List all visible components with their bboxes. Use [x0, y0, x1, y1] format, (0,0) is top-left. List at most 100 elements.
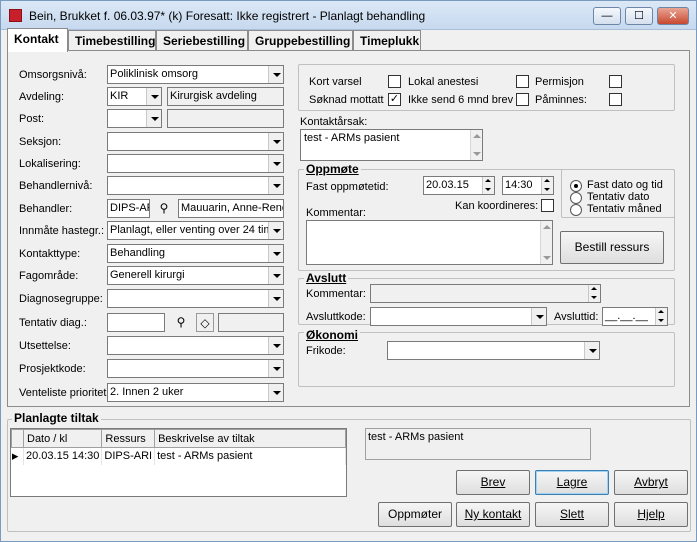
venteliste-select[interactable]: 2. Innen 2 uker	[107, 383, 284, 402]
diagnosegruppe-label: Diagnosegruppe:	[19, 293, 103, 305]
permisjon-label: Permisjon	[535, 76, 584, 88]
fagomrade-select[interactable]: Generell kirurgi	[107, 266, 284, 285]
omsorgsniva-label: Omsorgsnivå:	[19, 69, 87, 81]
kan-koordineres-checkbox[interactable]	[541, 199, 554, 212]
row-beskrivelse[interactable]: test - ARMs pasient	[154, 447, 346, 465]
chevron-down-icon[interactable]	[146, 88, 161, 105]
avsluttkode-label: Avsluttkode:	[306, 311, 366, 323]
lokalisering-select[interactable]	[107, 154, 284, 173]
behandler-label: Behandler:	[19, 203, 73, 215]
brev-button[interactable]: Brev	[456, 470, 530, 495]
innmate-select[interactable]: Planlagt, eller venting over 24 tim	[107, 221, 284, 240]
paminnes-checkbox[interactable]	[609, 93, 622, 106]
chevron-down-icon[interactable]	[268, 290, 283, 307]
app-icon	[9, 9, 22, 22]
chevron-down-icon[interactable]	[268, 155, 283, 172]
prosjektkode-select[interactable]	[107, 359, 284, 378]
soknad-mottatt-checkbox[interactable]: ✓	[388, 93, 401, 106]
radio-tentativ-dato-label: Tentativ dato	[587, 191, 650, 203]
utsettelse-select[interactable]	[107, 336, 284, 355]
avdeling-code-select[interactable]: KIR	[107, 87, 162, 106]
column-header-beskrivelse[interactable]: Beskrivelse av tiltak	[154, 429, 346, 448]
chevron-down-icon[interactable]	[268, 177, 283, 194]
radio-tentativ-maned[interactable]	[570, 204, 582, 216]
ikke-send-label: Ikke send 6 mnd brev	[408, 94, 514, 106]
spinner-icon[interactable]	[655, 308, 667, 325]
tentativ-field[interactable]	[107, 313, 165, 332]
soknad-mottatt-label: Søknad mottatt	[309, 94, 384, 106]
column-header-dato[interactable]: Dato / kl	[22, 429, 103, 448]
tab-timeplukk[interactable]: Timeplukk	[353, 30, 421, 51]
post-select[interactable]	[107, 109, 162, 128]
omsorgsniva-select[interactable]: Poliklinisk omsorg	[107, 65, 284, 84]
bestill-ressurs-button[interactable]: Bestill ressurs	[560, 231, 664, 264]
column-header-ressurs[interactable]: Ressurs	[101, 429, 156, 448]
chevron-down-icon[interactable]	[531, 308, 546, 325]
table-row[interactable]: ▶ 20.03.15 14:30 DIPS-ARI test - ARMs pa…	[11, 447, 346, 465]
minimize-button[interactable]: —	[593, 7, 621, 25]
chevron-down-icon[interactable]	[146, 110, 161, 127]
chevron-down-icon[interactable]	[268, 245, 283, 262]
maximize-button[interactable]: ☐	[625, 7, 653, 25]
chevron-down-icon[interactable]	[268, 133, 283, 150]
behandler-code-field[interactable]: DIPS-AF	[107, 199, 150, 218]
kontaktarsak-label: Kontaktårsak:	[300, 116, 368, 128]
behandlerniva-select[interactable]	[107, 176, 284, 195]
frikode-select[interactable]	[387, 341, 600, 360]
close-button[interactable]: ✕	[657, 7, 689, 25]
current-row-marker-icon: ▶	[11, 447, 24, 465]
row-ressurs[interactable]: DIPS-ARI	[101, 447, 156, 465]
kontaktarsak-textarea[interactable]: test - ARMs pasient	[300, 129, 483, 161]
kontakttype-select[interactable]: Behandling	[107, 244, 284, 263]
diagnosegruppe-select[interactable]	[107, 289, 284, 308]
oppmote-time-input[interactable]: 14:30	[502, 176, 554, 195]
avslutt-kommentar-field[interactable]	[370, 284, 601, 303]
oppmote-kommentar-textarea[interactable]	[306, 220, 553, 265]
seksjon-select[interactable]	[107, 132, 284, 151]
tentativ-name-field	[218, 313, 284, 332]
scrollbar[interactable]	[470, 130, 482, 160]
chevron-down-icon[interactable]	[268, 222, 283, 239]
avdeling-label: Avdeling:	[19, 91, 65, 103]
kort-varsel-checkbox[interactable]	[388, 75, 401, 88]
lokal-anestesi-label: Lokal anestesi	[408, 76, 479, 88]
chevron-down-icon[interactable]	[268, 360, 283, 377]
radio-tentativ-maned-label: Tentativ måned	[587, 203, 662, 215]
chevron-down-icon[interactable]	[268, 66, 283, 83]
tab-gruppebestilling[interactable]: Gruppebestilling	[248, 30, 353, 51]
avsluttid-input[interactable]: __.__.__	[602, 307, 668, 326]
eraser-icon[interactable]: ◇	[196, 313, 214, 332]
binoculars-icon[interactable]: ⚲	[172, 313, 190, 332]
tab-timebestilling[interactable]: Timebestilling	[68, 30, 156, 51]
lokal-anestesi-checkbox[interactable]	[516, 75, 529, 88]
radio-fast-dato-label: Fast dato og tid	[587, 179, 663, 191]
chevron-down-icon[interactable]	[268, 384, 283, 401]
scrollbar[interactable]	[540, 221, 552, 264]
slett-button[interactable]: Slett	[535, 502, 609, 527]
spinner-icon[interactable]	[482, 177, 494, 194]
oppmote-date-input[interactable]: 20.03.15	[423, 176, 495, 195]
avbryt-button[interactable]: Avbryt	[614, 470, 688, 495]
avsluttkode-select[interactable]	[370, 307, 547, 326]
radio-fast-dato[interactable]	[570, 180, 582, 192]
chevron-down-icon[interactable]	[268, 267, 283, 284]
oppmoter-button[interactable]: Oppmøter	[378, 502, 452, 527]
ny-kontakt-button[interactable]: Ny kontakt	[456, 502, 530, 527]
kontakt-panel: Omsorgsnivå: Poliklinisk omsorg Avdeling…	[7, 50, 690, 407]
chevron-down-icon[interactable]	[268, 337, 283, 354]
tab-kontakt[interactable]: Kontakt	[7, 28, 68, 52]
seksjon-label: Seksjon:	[19, 136, 62, 148]
permisjon-checkbox[interactable]	[609, 75, 622, 88]
utsettelse-label: Utsettelse:	[19, 340, 71, 352]
binoculars-icon[interactable]: ⚲	[155, 199, 173, 218]
spinner-icon[interactable]	[588, 285, 600, 302]
chevron-down-icon[interactable]	[584, 342, 599, 359]
spinner-icon[interactable]	[541, 177, 553, 194]
kort-varsel-label: Kort varsel	[309, 76, 362, 88]
row-dato[interactable]: 20.03.15 14:30	[23, 447, 103, 465]
tab-seriebestilling[interactable]: Seriebestilling	[156, 30, 248, 51]
hjelp-button[interactable]: Hjelp	[614, 502, 688, 527]
radio-tentativ-dato[interactable]	[570, 192, 582, 204]
lagre-button[interactable]: Lagre	[535, 470, 609, 495]
ikke-send-checkbox[interactable]	[516, 93, 529, 106]
